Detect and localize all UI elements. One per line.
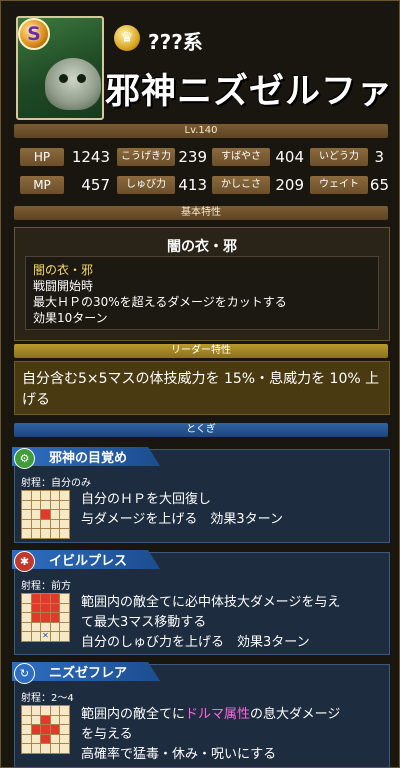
gear-icon: ⚙ xyxy=(14,448,35,469)
rank-badge: S xyxy=(18,18,50,50)
skills-section-bar: とくぎ xyxy=(14,423,388,437)
skill-description: 範囲内の敵全てに必中体技大ダメージを与え て最大3マス移動する 自分のしゅび力を… xyxy=(81,593,381,653)
skill-desc-line: 自分のしゅび力を上げる 効果3ターン xyxy=(81,635,310,650)
stat-label-wisdom: かしこさ xyxy=(212,176,270,194)
skill-range: 射程：自分のみ xyxy=(21,478,91,489)
crown-icon: ♛ xyxy=(114,25,140,51)
skill-range: 射程：前方 xyxy=(21,581,71,592)
skill-card[interactable]: ⚙ 邪神の目覚め 射程：自分のみ 自分のＨＰを大回復し 与ダメージを上げる 効果… xyxy=(12,447,390,543)
stat-label-attack: こうげき力 xyxy=(117,148,175,166)
stat-value-attack: 239 xyxy=(178,148,207,166)
skill-range: 射程：2〜4 xyxy=(21,693,74,704)
stat-label-speed: すばやさ xyxy=(212,148,270,166)
skill-desc-line: 範囲内の敵全てに必中体技大ダメージを与え xyxy=(81,595,341,610)
skill-desc-line: を与える xyxy=(81,727,133,742)
refresh-icon: ↻ xyxy=(14,663,35,684)
passive-box: 闇の衣・邪 闇の衣・邪 戦闘開始時 最大ＨＰの30%を超えるダメージをカットする… xyxy=(14,227,390,341)
monster-detail-panel: S ♛ ???系 邪神ニズゼルファ Lv.140 HP 1243 こうげき力 2… xyxy=(0,0,400,768)
stat-value-weight: 65 xyxy=(369,176,389,194)
skill-desc-text: 範囲内の敵全てに xyxy=(81,707,186,722)
monster-figure xyxy=(45,58,101,110)
stats-row-1: HP 1243 こうげき力 239 すばやさ 404 いどう力 3 xyxy=(14,146,388,168)
level-bar: Lv.140 xyxy=(14,124,388,138)
skill-desc-line: 高確率で猛毒・休み・呪いにする xyxy=(81,747,277,762)
stat-value-move: 3 xyxy=(374,148,384,166)
passive-line: 最大ＨＰの30%を超えるダメージをカットする xyxy=(33,295,287,309)
element-highlight: ドルマ属性 xyxy=(185,707,251,722)
stat-label-hp: HP xyxy=(20,148,64,166)
stat-label-defense: しゅび力 xyxy=(117,176,175,194)
range-grid: ✕ xyxy=(21,593,70,642)
skill-description: 自分のＨＰを大回復し 与ダメージを上げる 効果3ターン xyxy=(81,490,381,530)
skill-desc-line: 自分のＨＰを大回復し xyxy=(81,492,212,507)
stat-label-weight: ウェイト xyxy=(310,176,368,194)
skill-card[interactable]: ↻ ニズゼフレア 射程：2〜4 範囲内の敵全てにドルマ属性の息大ダメージ を与え… xyxy=(12,662,390,767)
skill-name: ニズゼフレア xyxy=(49,666,128,681)
skill-name: 邪神の目覚め xyxy=(49,451,128,466)
stat-value-hp: 1243 xyxy=(71,148,110,166)
skill-card[interactable]: ✱ イビルプレス 射程：前方 ✕ 範囲内の敵全てに必中体技大ダメージを与え て最… xyxy=(12,550,390,655)
stat-value-defense: 413 xyxy=(178,176,207,194)
passive-title: 闇の衣・邪 xyxy=(167,239,237,255)
range-grid xyxy=(21,705,70,754)
leader-section-bar: リーダー特性 xyxy=(14,344,388,358)
skill-desc-text: の息大ダメージ xyxy=(250,707,341,722)
skill-desc-line: 与ダメージを上げる 効果3ターン xyxy=(81,512,283,527)
monster-name: 邪神ニズゼルファ xyxy=(105,72,394,112)
sparkle-icon: ✱ xyxy=(14,551,35,572)
stats-row-2: MP 457 しゅび力 413 かしこさ 209 ウェイト 65 xyxy=(14,174,389,196)
passive-section-bar: 基本特性 xyxy=(14,206,388,220)
stat-value-speed: 404 xyxy=(275,148,304,166)
skill-description: 範囲内の敵全てにドルマ属性の息大ダメージ を与える 高確率で猛毒・休み・呪いにす… xyxy=(81,705,381,765)
monster-type: ???系 xyxy=(148,30,203,54)
skill-desc-line: 範囲内の敵全てにドルマ属性の息大ダメージ xyxy=(81,705,381,725)
skill-name: イビルプレス xyxy=(49,554,128,569)
stat-value-wisdom: 209 xyxy=(275,176,304,194)
stat-value-mp: 457 xyxy=(81,176,110,194)
passive-detail: 闇の衣・邪 戦闘開始時 最大ＨＰの30%を超えるダメージをカットする 効果10タ… xyxy=(25,256,379,330)
skill-desc-line: て最大3マス移動する xyxy=(81,615,207,630)
passive-name: 闇の衣・邪 xyxy=(33,263,94,277)
stat-label-mp: MP xyxy=(20,176,64,194)
stat-label-move: いどう力 xyxy=(310,148,368,166)
leader-text: 自分含む5×5マスの体技威力を 15%・息威力を 10% 上げる xyxy=(22,371,380,408)
passive-line: 戦闘開始時 xyxy=(33,279,94,293)
leader-box: 自分含む5×5マスの体技威力を 15%・息威力を 10% 上げる xyxy=(14,361,390,415)
range-grid xyxy=(21,490,70,539)
passive-line: 効果10ターン xyxy=(33,311,108,325)
